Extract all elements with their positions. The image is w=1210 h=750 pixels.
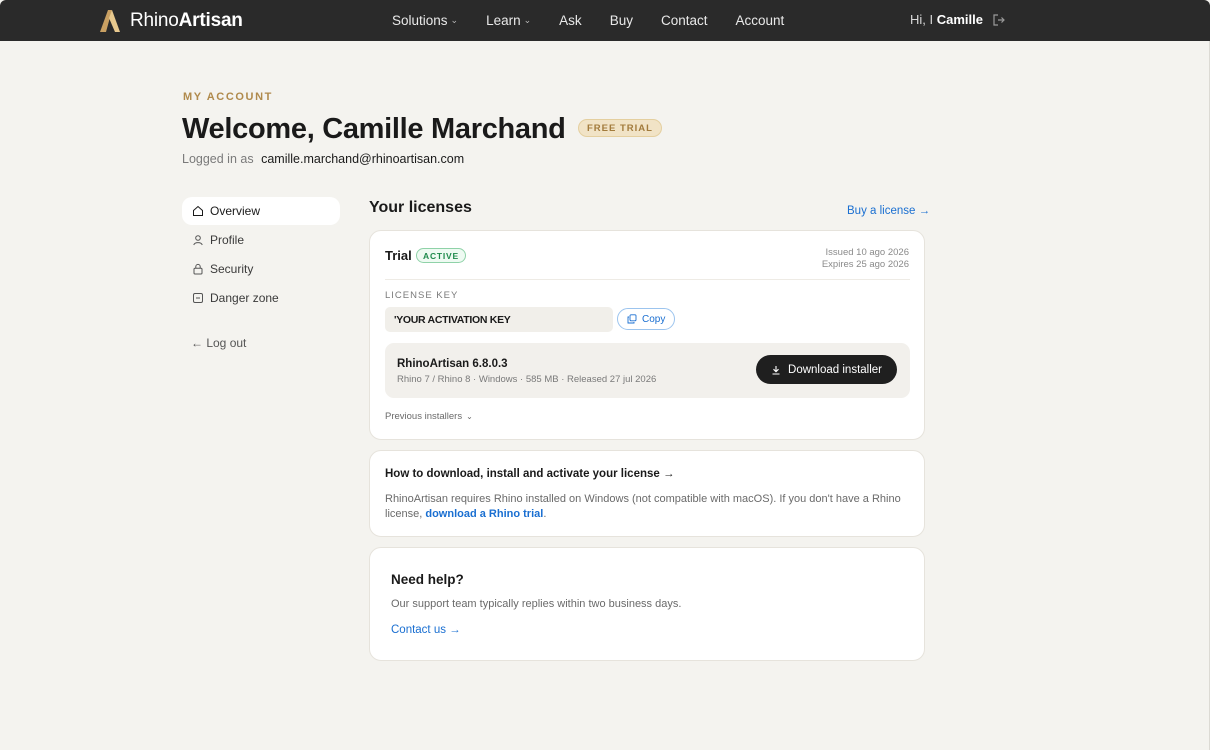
nav-ask[interactable]: Ask: [559, 13, 582, 28]
section-eyebrow: MY ACCOUNT: [183, 91, 273, 103]
download-icon: [772, 365, 780, 375]
logged-in-label: Logged in as: [182, 152, 254, 166]
chevron-down-icon: ⌄: [466, 412, 473, 421]
divider: [385, 279, 910, 280]
license-card: Trial ACTIVE Issued 10 ago 2026 Expires …: [369, 230, 925, 440]
nav-solutions[interactable]: Solutions ⌄: [392, 13, 458, 28]
sidebar-item-security[interactable]: Security: [182, 255, 340, 283]
user-email: camille.marchand@rhinoartisan.com: [261, 152, 465, 166]
expires-date: Expires 25 ago 2026: [821, 259, 909, 270]
rhino-trial-link[interactable]: download a Rhino trial: [425, 508, 543, 520]
brand-logo[interactable]: RhinoArtisan: [98, 9, 243, 33]
contact-us-link[interactable]: Contact us →: [391, 624, 461, 636]
download-installer-button[interactable]: Download installer: [756, 355, 897, 384]
copy-key-button[interactable]: Copy: [617, 308, 676, 330]
page-title: Welcome, Camille Marchand: [182, 113, 566, 145]
copy-icon: [627, 314, 637, 324]
chevron-down-icon: ⌄: [450, 15, 459, 25]
logout-link[interactable]: ← Log out: [191, 336, 246, 350]
plan-badge: FREE TRIAL: [578, 119, 662, 137]
installer-name: RhinoArtisan 6.8.0.3: [397, 358, 508, 370]
licenses-heading: Your licenses: [369, 199, 472, 216]
brand-name: RhinoArtisan: [130, 10, 243, 31]
status-badge: ACTIVE: [416, 248, 466, 263]
top-navbar: RhinoArtisan Solutions ⌄ Learn ⌄ Ask Buy C…: [0, 0, 1210, 41]
installer-panel: RhinoArtisan 6.8.0.3 Rhino 7 / Rhino 8 ·…: [385, 343, 910, 398]
installer-meta: Rhino 7 / Rhino 8 · Windows · 585 MB · R…: [397, 374, 657, 385]
account-sidebar: Overview Profile Security Danger zone: [182, 197, 340, 313]
help-card: Need help? Our support team typically re…: [369, 547, 925, 661]
issued-date: Issued 10 ago 2026: [825, 247, 909, 258]
howto-link[interactable]: How to download, install and activate yo…: [385, 468, 674, 480]
nav-buy[interactable]: Buy: [610, 13, 633, 28]
buy-license-link[interactable]: Buy a license →: [847, 205, 930, 217]
user-icon: [193, 235, 203, 246]
sidebar-item-profile[interactable]: Profile: [182, 226, 340, 254]
help-text: Our support team typically replies withi…: [391, 598, 682, 610]
user-greeting: Hi, I Camille: [910, 12, 983, 27]
license-type: Trial: [385, 248, 412, 263]
home-icon: [193, 205, 203, 216]
nav-learn[interactable]: Learn ⌄: [486, 13, 531, 28]
logged-in-info: Logged in as camille.marchand@rhinoartis…: [182, 152, 464, 166]
license-key-label: LICENSE KEY: [385, 290, 459, 301]
lock-icon: [193, 263, 203, 275]
howto-card: How to download, install and activate yo…: [369, 450, 925, 537]
nav-account[interactable]: Account: [735, 13, 784, 28]
howto-text: RhinoArtisan requires Rhino installed on…: [385, 493, 901, 520]
sidebar-item-danger-zone[interactable]: Danger zone: [182, 284, 340, 312]
license-key-value[interactable]: 'YOUR ACTIVATION KEY: [385, 307, 613, 332]
nav-contact[interactable]: Contact: [661, 13, 708, 28]
previous-installers-toggle[interactable]: Previous installers ⌄: [385, 411, 473, 422]
help-title: Need help?: [391, 572, 464, 587]
license-dates: Issued 10 ago 2026 Expires 25 ago 2026: [822, 247, 909, 271]
sidebar-item-overview[interactable]: Overview: [182, 197, 340, 225]
rhinoartisan-logo-icon: [100, 10, 120, 32]
logout-icon[interactable]: [992, 13, 1006, 27]
chevron-down-icon: ⌄: [523, 15, 532, 25]
danger-icon: [193, 293, 203, 303]
main-nav: Solutions ⌄ Learn ⌄ Ask Buy Contact Accoun…: [392, 0, 812, 41]
